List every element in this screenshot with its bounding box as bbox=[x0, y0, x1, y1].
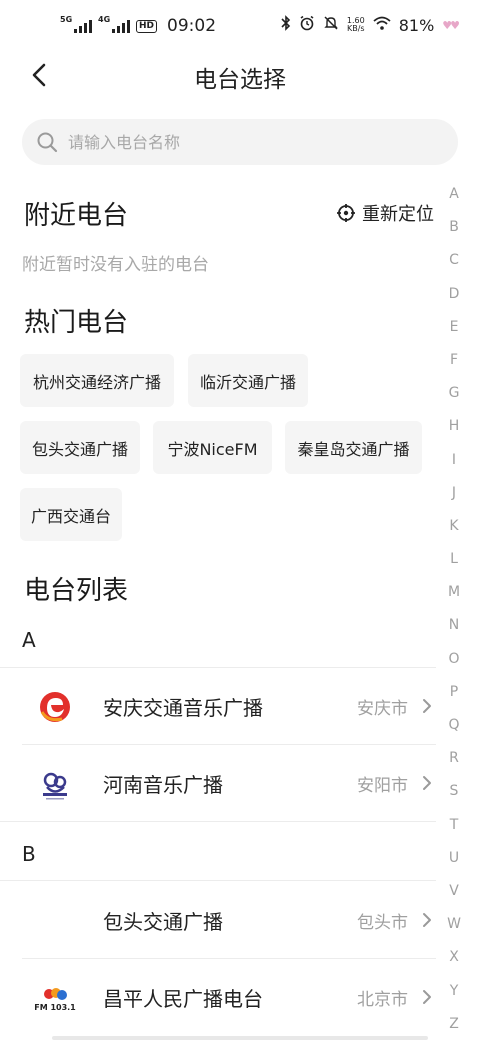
index-letter-j[interactable]: J bbox=[444, 483, 464, 516]
index-letter-i[interactable]: I bbox=[444, 450, 464, 483]
station-row[interactable]: FM 103.1 昌平人民广播电台 北京市 bbox=[0, 959, 440, 1036]
station-name: 河南音乐广播 bbox=[103, 773, 223, 797]
mute-icon bbox=[323, 15, 339, 35]
scroll-edge bbox=[52, 1036, 428, 1040]
list-title: 电台列表 bbox=[24, 576, 129, 606]
index-letter-t[interactable]: T bbox=[444, 815, 464, 848]
page-title: 电台选择 bbox=[194, 67, 286, 93]
hot-chip[interactable]: 包头交通广播 bbox=[20, 421, 140, 474]
hot-chip[interactable]: 临沂交通广播 bbox=[188, 354, 308, 407]
index-letter-a[interactable]: A bbox=[444, 184, 464, 217]
alphabet-index[interactable]: A B C D E F G H I J K L M N O P Q R S T … bbox=[444, 184, 464, 1040]
index-letter-u[interactable]: U bbox=[444, 848, 464, 881]
index-letter-g[interactable]: G bbox=[444, 383, 464, 416]
hot-chip[interactable]: 广西交通台 bbox=[20, 488, 122, 541]
nearby-empty-text: 附近暂时没有入驻的电台 bbox=[22, 255, 209, 275]
hot-chip[interactable]: 秦皇岛交通广播 bbox=[285, 421, 422, 474]
network-speed: 1.60 KB/s bbox=[347, 17, 365, 33]
chevron-right-icon bbox=[423, 913, 431, 927]
station-row[interactable]: 包头交通广播 包头市 bbox=[0, 882, 440, 959]
index-letter-f[interactable]: F bbox=[444, 350, 464, 383]
index-letter-c[interactable]: C bbox=[444, 250, 464, 283]
locate-icon bbox=[337, 204, 355, 222]
relocate-button[interactable]: 重新定位 bbox=[336, 200, 434, 226]
fm-103-logo-icon: FM 103.1 bbox=[34, 977, 76, 1019]
divider bbox=[0, 880, 436, 881]
index-letter-w[interactable]: W bbox=[444, 914, 464, 947]
anqing-logo-icon bbox=[40, 692, 70, 722]
index-letter-h[interactable]: H bbox=[444, 416, 464, 449]
network-type-label: 5G bbox=[60, 15, 73, 24]
index-letter-o[interactable]: O bbox=[444, 649, 464, 682]
index-letter-d[interactable]: D bbox=[444, 284, 464, 317]
station-name: 安庆交通音乐广播 bbox=[103, 696, 263, 720]
search-icon bbox=[37, 132, 58, 153]
status-right: 1.60 KB/s 81% ♥♥ bbox=[281, 15, 460, 35]
index-letter-x[interactable]: X bbox=[444, 947, 464, 980]
group-header-b: B bbox=[22, 842, 36, 866]
index-letter-y[interactable]: Y bbox=[444, 981, 464, 1014]
hearts-icon: ♥♥ bbox=[442, 18, 460, 32]
station-row[interactable]: 安庆交通音乐广播 安庆市 bbox=[0, 668, 440, 745]
fm-logo-text: FM 103.1 bbox=[34, 1002, 76, 1012]
nav-header: 电台选择 bbox=[0, 52, 480, 98]
chevron-right-icon bbox=[423, 990, 431, 1004]
index-letter-k[interactable]: K bbox=[444, 516, 464, 549]
index-letter-z[interactable]: Z bbox=[444, 1014, 464, 1040]
station-city: 安庆市 bbox=[357, 699, 408, 719]
index-letter-b[interactable]: B bbox=[444, 217, 464, 250]
index-letter-m[interactable]: M bbox=[444, 582, 464, 615]
status-left: 5G 4G HD 09:02 bbox=[60, 15, 217, 36]
index-letter-e[interactable]: E bbox=[444, 317, 464, 350]
station-name: 昌平人民广播电台 bbox=[103, 987, 263, 1011]
signal-4g-icon: 4G bbox=[98, 15, 130, 33]
hot-title: 热门电台 bbox=[24, 308, 129, 338]
index-letter-q[interactable]: Q bbox=[444, 715, 464, 748]
index-letter-v[interactable]: V bbox=[444, 881, 464, 914]
index-letter-n[interactable]: N bbox=[444, 615, 464, 648]
alarm-icon bbox=[299, 15, 315, 35]
status-time: 09:02 bbox=[167, 16, 217, 36]
chevron-right-icon bbox=[423, 699, 431, 713]
network-type-label: 4G bbox=[98, 15, 111, 24]
index-letter-s[interactable]: S bbox=[444, 781, 464, 814]
search-input[interactable] bbox=[68, 119, 428, 165]
station-name: 包头交通广播 bbox=[103, 910, 223, 934]
fm-logo-mark bbox=[44, 987, 67, 1000]
relocate-label: 重新定位 bbox=[362, 204, 434, 225]
nearby-title: 附近电台 bbox=[24, 201, 129, 231]
station-row[interactable]: 河南音乐广播 安阳市 bbox=[0, 745, 440, 822]
index-letter-l[interactable]: L bbox=[444, 549, 464, 582]
speed-unit: KB/s bbox=[346, 24, 365, 33]
group-header-a: A bbox=[22, 628, 36, 652]
index-letter-p[interactable]: P bbox=[444, 682, 464, 715]
battery-level: 81% bbox=[398, 15, 435, 35]
station-city: 包头市 bbox=[357, 913, 408, 933]
signal-5g-icon: 5G bbox=[60, 15, 92, 33]
hd-voice-icon: HD bbox=[136, 19, 158, 33]
hot-chip[interactable]: 宁波NiceFM bbox=[153, 421, 272, 474]
wifi-icon bbox=[373, 16, 391, 34]
station-city: 北京市 bbox=[357, 990, 408, 1010]
search-bar[interactable] bbox=[22, 119, 458, 165]
chevron-right-icon bbox=[423, 776, 431, 790]
divider bbox=[0, 821, 436, 822]
station-city: 安阳市 bbox=[357, 776, 408, 796]
hot-chip[interactable]: 杭州交通经济广播 bbox=[20, 354, 174, 407]
henan-music-logo-icon bbox=[43, 772, 67, 800]
status-bar: 5G 4G HD 09:02 1.60 KB/s 81% ♥♥ bbox=[0, 0, 480, 52]
bluetooth-icon bbox=[281, 15, 291, 35]
index-letter-r[interactable]: R bbox=[444, 748, 464, 781]
